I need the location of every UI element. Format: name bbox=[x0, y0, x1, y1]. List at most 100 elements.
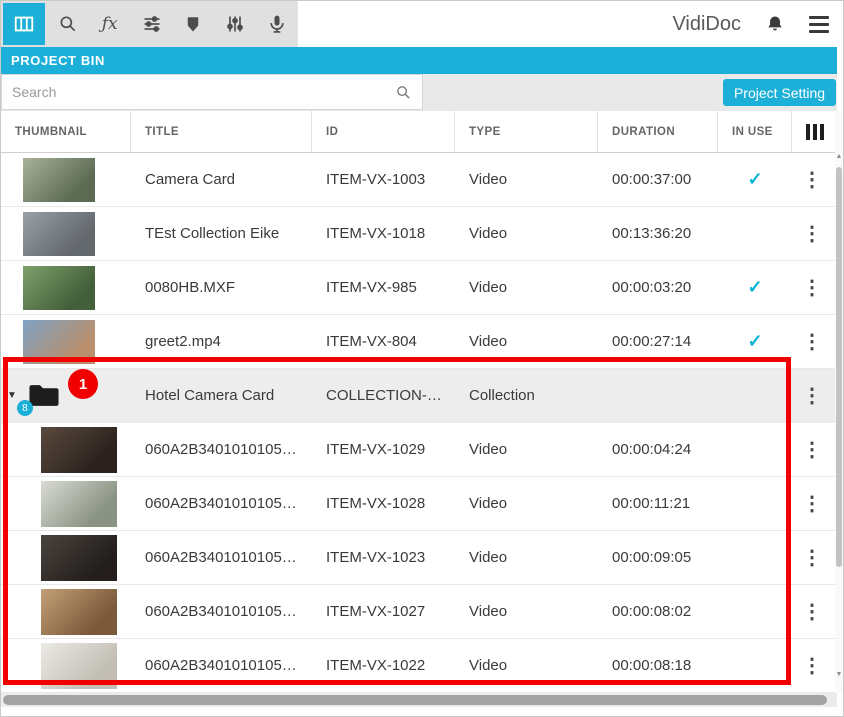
row-id: ITEM-VX-1018 bbox=[312, 225, 455, 242]
magnifier-icon[interactable] bbox=[395, 84, 412, 101]
row-menu-button[interactable]: ⋮ bbox=[796, 224, 828, 244]
columns-icon[interactable] bbox=[806, 124, 824, 140]
row-title[interactable]: 060A2B3401010105… bbox=[131, 657, 312, 674]
vididoc-window: ƒx Vi bbox=[0, 0, 844, 717]
row-menu-cell: ⋮ bbox=[792, 494, 837, 514]
header-in-use[interactable]: IN USE bbox=[718, 111, 792, 152]
row-menu-button[interactable]: ⋮ bbox=[796, 278, 828, 298]
row-title[interactable]: greet2.mp4 bbox=[131, 333, 312, 350]
row-menu-cell: ⋮ bbox=[792, 602, 837, 622]
row-menu-button[interactable]: ⋮ bbox=[796, 440, 828, 460]
bell-icon bbox=[765, 14, 785, 34]
row-menu-cell: ⋮ bbox=[792, 656, 837, 676]
thumbnail-image[interactable] bbox=[41, 481, 117, 527]
row-title[interactable]: 0080HB.MXF bbox=[131, 279, 312, 296]
tags-tool-button[interactable] bbox=[172, 1, 214, 47]
row-id: ITEM-VX-1027 bbox=[312, 603, 455, 620]
thumbnail-cell: ▼ bbox=[1, 153, 131, 206]
row-menu-cell: ⋮ bbox=[792, 386, 837, 406]
table-row[interactable]: ▼ greet2.mp4 ITEM-VX-804 Video 00:00:27:… bbox=[1, 315, 837, 369]
collapse-caret-icon[interactable]: ▼ bbox=[7, 390, 17, 401]
search-input[interactable] bbox=[2, 83, 395, 101]
scroll-up-icon[interactable]: ▲ bbox=[835, 153, 843, 160]
horizontal-scrollbar-thumb[interactable] bbox=[3, 695, 827, 705]
thumbnail-cell: ▼ bbox=[1, 315, 131, 368]
thumbnail-image[interactable] bbox=[41, 589, 117, 635]
table-body: ▼ Camera Card ITEM-VX-1003 Video 00:00:3… bbox=[1, 153, 837, 693]
row-menu-button[interactable]: ⋮ bbox=[796, 386, 828, 406]
row-menu-button[interactable]: ⋮ bbox=[796, 170, 828, 190]
thumbnail-image[interactable] bbox=[23, 320, 95, 364]
thumbnail-image[interactable] bbox=[23, 266, 95, 310]
row-duration: 00:13:36:20 bbox=[598, 225, 718, 242]
row-title[interactable]: 060A2B3401010105… bbox=[131, 603, 312, 620]
row-menu-button[interactable]: ⋮ bbox=[796, 548, 828, 568]
row-title[interactable]: 060A2B3401010105… bbox=[131, 495, 312, 512]
thumbnail-cell: ▼ bbox=[1, 207, 131, 260]
row-duration: 00:00:09:05 bbox=[598, 549, 718, 566]
row-menu-button[interactable]: ⋮ bbox=[796, 332, 828, 352]
row-menu-cell: ⋮ bbox=[792, 332, 837, 352]
header-thumbnail[interactable]: THUMBNAIL bbox=[1, 111, 131, 152]
row-menu-cell: ⋮ bbox=[792, 440, 837, 460]
header-id[interactable]: ID bbox=[312, 111, 455, 152]
effects-tool-button[interactable]: ƒx bbox=[89, 1, 131, 47]
thumbnail-image[interactable] bbox=[23, 158, 95, 202]
thumbnail-image[interactable] bbox=[41, 427, 117, 473]
vertical-scrollbar[interactable]: ▲ ▼ bbox=[835, 111, 843, 693]
table-header: THUMBNAIL TITLE ID TYPE DURATION IN USE bbox=[1, 111, 837, 153]
row-type: Video bbox=[455, 441, 598, 458]
row-id: ITEM-VX-1029 bbox=[312, 441, 455, 458]
row-menu-cell: ⋮ bbox=[792, 170, 837, 190]
table-row[interactable]: ▼ 060A2B3401010105… ITEM-VX-1022 Video 0… bbox=[1, 639, 837, 693]
row-menu-button[interactable]: ⋮ bbox=[796, 494, 828, 514]
app-title: VidiDoc bbox=[672, 13, 741, 36]
project-bin-tool-button[interactable] bbox=[3, 3, 45, 45]
table-row[interactable]: ▼ 060A2B3401010105… ITEM-VX-1029 Video 0… bbox=[1, 423, 837, 477]
search-row: Project Setting bbox=[1, 74, 837, 111]
in-use-check-icon: ✓ bbox=[718, 331, 792, 352]
header-type[interactable]: TYPE bbox=[455, 111, 598, 152]
table-row[interactable]: ▼ Camera Card ITEM-VX-1003 Video 00:00:3… bbox=[1, 153, 837, 207]
filters-tool-button[interactable] bbox=[131, 1, 173, 47]
thumbnail-image[interactable] bbox=[23, 212, 95, 256]
thumbnail-image[interactable] bbox=[41, 535, 117, 581]
row-menu-button[interactable]: ⋮ bbox=[796, 602, 828, 622]
thumbnail-cell: ▼ 8 bbox=[1, 369, 131, 422]
header-duration[interactable]: DURATION bbox=[598, 111, 718, 152]
scroll-down-icon[interactable]: ▼ bbox=[835, 671, 843, 678]
table-row[interactable]: ▼ 0080HB.MXF ITEM-VX-985 Video 00:00:03:… bbox=[1, 261, 837, 315]
hamburger-icon bbox=[809, 16, 829, 19]
table-row[interactable]: ▼ 060A2B3401010105… ITEM-VX-1028 Video 0… bbox=[1, 477, 837, 531]
project-setting-button[interactable]: Project Setting bbox=[723, 79, 836, 106]
notifications-button[interactable] bbox=[765, 14, 785, 34]
row-title[interactable]: Camera Card bbox=[131, 171, 312, 188]
row-title[interactable]: TEst Collection Eike bbox=[131, 225, 312, 242]
row-id: ITEM-VX-1003 bbox=[312, 171, 455, 188]
main-menu-button[interactable] bbox=[809, 16, 829, 33]
row-menu-button[interactable]: ⋮ bbox=[796, 656, 828, 676]
toolbar-tool-group: ƒx bbox=[1, 1, 298, 47]
table-row[interactable]: ▼ TEst Collection Eike ITEM-VX-1018 Vide… bbox=[1, 207, 837, 261]
row-title[interactable]: 060A2B3401010105… bbox=[131, 549, 312, 566]
row-menu-cell: ⋮ bbox=[792, 224, 837, 244]
table-row[interactable]: ▼ 8 Hotel Camera Card COLLECTION-… Colle… bbox=[1, 369, 837, 423]
adjust-tool-button[interactable] bbox=[214, 1, 256, 47]
table-row[interactable]: ▼ 060A2B3401010105… ITEM-VX-1023 Video 0… bbox=[1, 531, 837, 585]
row-menu-cell: ⋮ bbox=[792, 278, 837, 298]
vertical-scrollbar-thumb[interactable] bbox=[836, 167, 842, 567]
search-tool-button[interactable] bbox=[47, 1, 89, 47]
thumbnail-image[interactable] bbox=[41, 643, 117, 689]
tag-icon bbox=[184, 15, 202, 33]
table-row[interactable]: ▼ 060A2B3401010105… ITEM-VX-1027 Video 0… bbox=[1, 585, 837, 639]
header-title[interactable]: TITLE bbox=[131, 111, 312, 152]
row-id: ITEM-VX-804 bbox=[312, 333, 455, 350]
horizontal-scrollbar[interactable] bbox=[1, 693, 837, 707]
row-type: Collection bbox=[455, 387, 598, 404]
in-use-check-icon: ✓ bbox=[718, 277, 792, 298]
row-duration: 00:00:08:02 bbox=[598, 603, 718, 620]
dictation-tool-button[interactable] bbox=[256, 1, 298, 47]
row-title[interactable]: 060A2B3401010105… bbox=[131, 441, 312, 458]
row-duration: 00:00:03:20 bbox=[598, 279, 718, 296]
row-title[interactable]: Hotel Camera Card bbox=[131, 387, 312, 404]
